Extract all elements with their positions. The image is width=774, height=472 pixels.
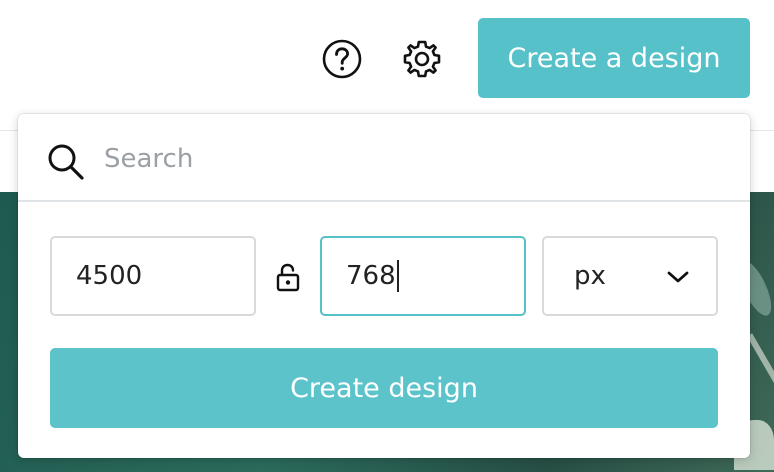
width-value: 4500	[76, 261, 143, 291]
unit-value: px	[574, 261, 606, 291]
height-value: 768	[346, 261, 396, 291]
create-a-design-button[interactable]: Create a design	[478, 18, 750, 98]
chevron-down-icon	[667, 271, 689, 283]
search-row	[18, 114, 750, 202]
search-icon	[48, 144, 84, 180]
unit-select[interactable]: px	[542, 236, 718, 316]
settings-button[interactable]	[401, 38, 443, 80]
help-icon[interactable]	[321, 38, 363, 80]
unlocked-padlock-icon[interactable]	[274, 262, 302, 292]
text-caret	[396, 260, 399, 292]
gear-icon	[403, 40, 441, 78]
search-input[interactable]	[104, 138, 704, 180]
create-design-dropdown: 4500 768 px Create design	[18, 114, 750, 458]
create-design-button[interactable]: Create design	[50, 348, 718, 428]
help-circle-icon	[322, 39, 362, 79]
width-input[interactable]: 4500	[50, 236, 256, 316]
height-input[interactable]: 768	[320, 236, 526, 316]
